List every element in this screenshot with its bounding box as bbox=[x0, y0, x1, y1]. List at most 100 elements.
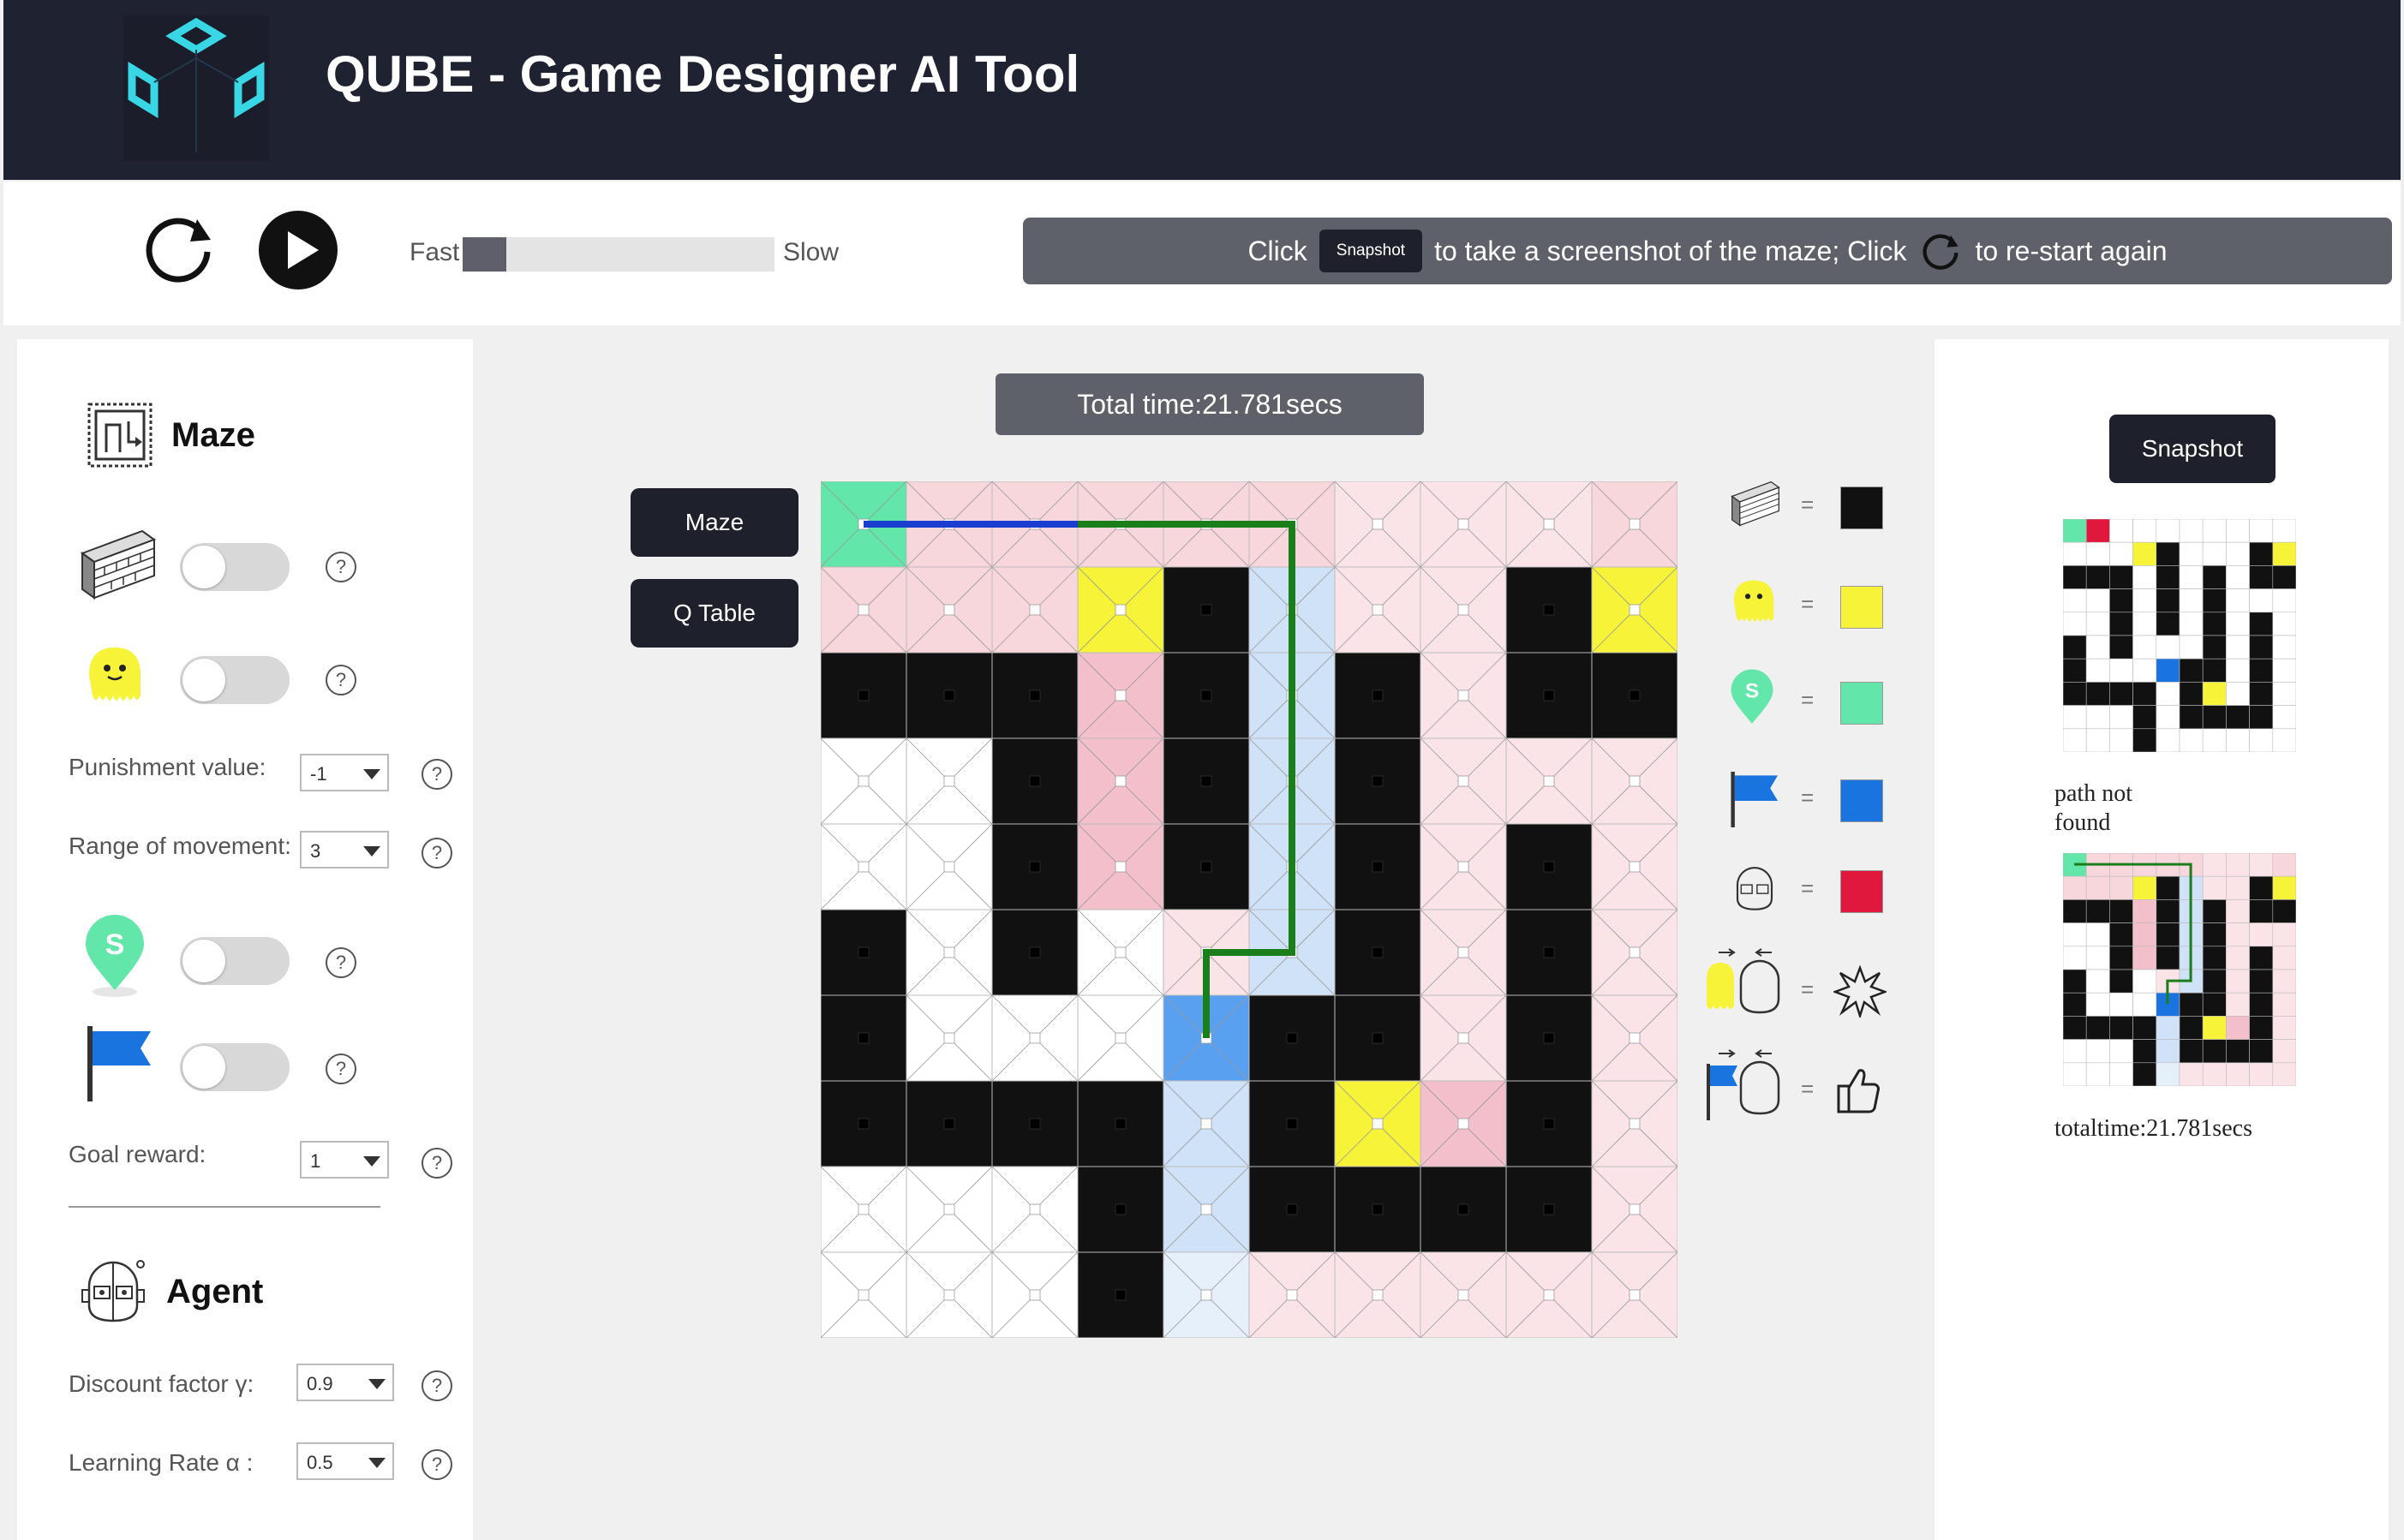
snapshot-cell bbox=[2109, 612, 2133, 636]
snapshot-cell bbox=[2085, 635, 2110, 660]
snapshot-cell bbox=[2249, 1062, 2274, 1086]
refresh-icon[interactable] bbox=[137, 207, 219, 289]
wall-center bbox=[1286, 1032, 1298, 1044]
cell-center bbox=[1457, 946, 1469, 958]
wall-center bbox=[1629, 689, 1641, 701]
wall-center bbox=[1543, 946, 1555, 958]
wall-center bbox=[1543, 689, 1555, 701]
cell-center bbox=[1029, 1289, 1041, 1301]
discount-select-value: 0.9 bbox=[307, 1373, 333, 1394]
cell-center bbox=[1629, 946, 1641, 958]
snapshot-cell bbox=[2202, 922, 2227, 947]
cell-center bbox=[1115, 689, 1127, 701]
wall-center bbox=[1543, 1203, 1555, 1215]
snapshot-cell bbox=[2132, 565, 2157, 589]
snapshot-cell bbox=[2085, 705, 2110, 730]
wall-center bbox=[1457, 1203, 1469, 1215]
section-divider bbox=[69, 1206, 380, 1208]
snapshot-cell bbox=[2063, 519, 2087, 543]
goal-toggle[interactable] bbox=[180, 1043, 290, 1091]
discount-select[interactable]: 0.9 bbox=[296, 1364, 394, 1401]
snapshot-cell bbox=[2249, 658, 2274, 683]
goal-help-icon[interactable]: ? bbox=[326, 1054, 356, 1084]
snapshot-cell bbox=[2156, 588, 2180, 613]
snapshot-cell bbox=[2249, 853, 2274, 877]
range-select-value: 3 bbox=[310, 840, 321, 862]
monster-agent-collision-icon bbox=[1707, 948, 1780, 1014]
snapshot-cell bbox=[2109, 519, 2133, 543]
wall-center bbox=[1543, 1032, 1555, 1044]
snapshot-cell bbox=[2156, 1016, 2180, 1040]
snapshot-cell bbox=[2226, 946, 2250, 970]
snapshot-cell bbox=[2249, 899, 2274, 923]
snapshot-cell bbox=[2132, 519, 2157, 543]
cell-center bbox=[1115, 604, 1127, 616]
snapshot-cell bbox=[2272, 1062, 2296, 1086]
start-help-icon[interactable]: ? bbox=[326, 947, 356, 978]
snapshot-cell bbox=[2132, 705, 2157, 730]
snapshot-cell bbox=[2063, 992, 2087, 1017]
cell-center bbox=[1457, 689, 1469, 701]
cell-center bbox=[943, 604, 955, 616]
speed-slider-fill[interactable] bbox=[463, 237, 506, 272]
monster-help-icon[interactable]: ? bbox=[326, 665, 356, 695]
start-toggle[interactable] bbox=[180, 937, 290, 985]
legend-goal-swatch bbox=[1840, 779, 1883, 822]
snapshot-cell bbox=[2063, 1062, 2087, 1086]
range-help-icon[interactable]: ? bbox=[422, 838, 452, 868]
snapshot-cell bbox=[2249, 992, 2274, 1017]
cell-center bbox=[1200, 1203, 1212, 1215]
goal-reward-help-icon[interactable]: ? bbox=[422, 1148, 452, 1179]
maze-qtable-grid[interactable] bbox=[821, 481, 1677, 1338]
agent-robot-icon bbox=[1736, 867, 1773, 910]
learning-rate-help-icon[interactable]: ? bbox=[422, 1449, 452, 1480]
punishment-select[interactable]: -1 bbox=[300, 754, 389, 791]
snapshot-cell bbox=[2063, 658, 2087, 683]
snapshot-cell bbox=[2063, 682, 2087, 706]
snapshot-cell bbox=[2202, 705, 2227, 730]
snapshot-cell bbox=[2202, 682, 2227, 706]
cell-center bbox=[1115, 946, 1127, 958]
wall-center bbox=[1200, 775, 1212, 787]
snapshot-cell bbox=[2179, 588, 2204, 613]
snapshot-cell bbox=[2272, 658, 2296, 683]
cell-center bbox=[1629, 1032, 1641, 1044]
cell-center bbox=[858, 775, 870, 787]
snapshot-cell bbox=[2249, 728, 2274, 752]
cell-center bbox=[1629, 1289, 1641, 1301]
learning-rate-select[interactable]: 0.5 bbox=[296, 1442, 394, 1480]
legend-equals: = bbox=[1801, 875, 1815, 901]
speed-slider[interactable] bbox=[463, 237, 774, 272]
punishment-help-icon[interactable]: ? bbox=[422, 759, 452, 790]
snapshot-cell bbox=[2063, 541, 2087, 566]
wall-toggle[interactable] bbox=[180, 543, 290, 591]
legend-agent-swatch bbox=[1840, 870, 1883, 913]
snapshot-cell bbox=[2202, 565, 2227, 589]
total-time-display: Total time:21.781secs bbox=[996, 373, 1424, 435]
goal-reward-select[interactable]: 1 bbox=[300, 1141, 389, 1179]
wall-center bbox=[1115, 1289, 1127, 1301]
snapshot-cell bbox=[2132, 635, 2157, 660]
snapshot-cell bbox=[2109, 946, 2133, 970]
snapshot-cell bbox=[2156, 635, 2180, 660]
wall-help-icon[interactable]: ? bbox=[326, 552, 356, 582]
monster-toggle[interactable] bbox=[180, 656, 290, 704]
snapshot-cell bbox=[2179, 565, 2204, 589]
range-select[interactable]: 3 bbox=[300, 831, 389, 868]
cell-center bbox=[943, 946, 955, 958]
discount-help-icon[interactable]: ? bbox=[422, 1370, 452, 1401]
wall-center bbox=[1372, 946, 1384, 958]
qtable-view-button[interactable]: Q Table bbox=[631, 579, 798, 648]
cell-center bbox=[943, 1032, 955, 1044]
play-icon[interactable] bbox=[257, 209, 339, 291]
cell-center bbox=[1457, 518, 1469, 530]
thumbs-up-icon bbox=[1837, 1069, 1880, 1113]
snapshot-button[interactable]: Snapshot bbox=[2109, 415, 2275, 483]
snapshot-cell bbox=[2085, 1062, 2110, 1086]
snapshot-cell bbox=[2109, 992, 2133, 1017]
cell-center bbox=[1457, 1289, 1469, 1301]
maze-view-button[interactable]: Maze bbox=[631, 488, 798, 557]
cell-center bbox=[858, 1289, 870, 1301]
snapshot-cell bbox=[2063, 969, 2087, 994]
cell-center bbox=[1029, 1203, 1041, 1215]
